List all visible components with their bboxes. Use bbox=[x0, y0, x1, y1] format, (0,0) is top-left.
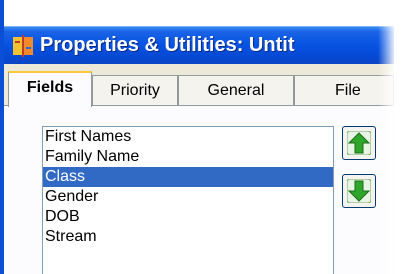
list-item[interactable]: DOB bbox=[43, 207, 333, 227]
tab-priority[interactable]: Priority bbox=[92, 75, 178, 106]
tab-strip: Fields Priority General File bbox=[4, 64, 394, 107]
list-item[interactable]: Family Name bbox=[43, 147, 333, 167]
window-title: Properties & Utilities: Untit bbox=[40, 34, 295, 56]
app-icon bbox=[13, 35, 33, 57]
list-item[interactable]: Stream bbox=[43, 227, 333, 247]
list-item[interactable]: Gender bbox=[43, 187, 333, 207]
tab-fields[interactable]: Fields bbox=[8, 71, 92, 107]
properties-window: Properties & Utilities: Untit Fields Pri… bbox=[0, 0, 394, 274]
move-up-button[interactable] bbox=[342, 126, 376, 160]
window-top-margin bbox=[4, 0, 394, 26]
title-bar[interactable]: Properties & Utilities: Untit bbox=[4, 26, 394, 64]
move-down-button[interactable] bbox=[342, 174, 376, 208]
list-item[interactable]: First Names bbox=[43, 127, 333, 147]
green-down-arrow-icon bbox=[347, 179, 371, 203]
tab-file[interactable]: File bbox=[294, 75, 394, 106]
tab-general[interactable]: General bbox=[178, 75, 294, 106]
green-up-arrow-icon bbox=[347, 131, 371, 155]
list-item-selected[interactable]: Class bbox=[43, 167, 333, 187]
fields-listbox[interactable]: First Names Family Name Class Gender DOB… bbox=[42, 126, 334, 274]
